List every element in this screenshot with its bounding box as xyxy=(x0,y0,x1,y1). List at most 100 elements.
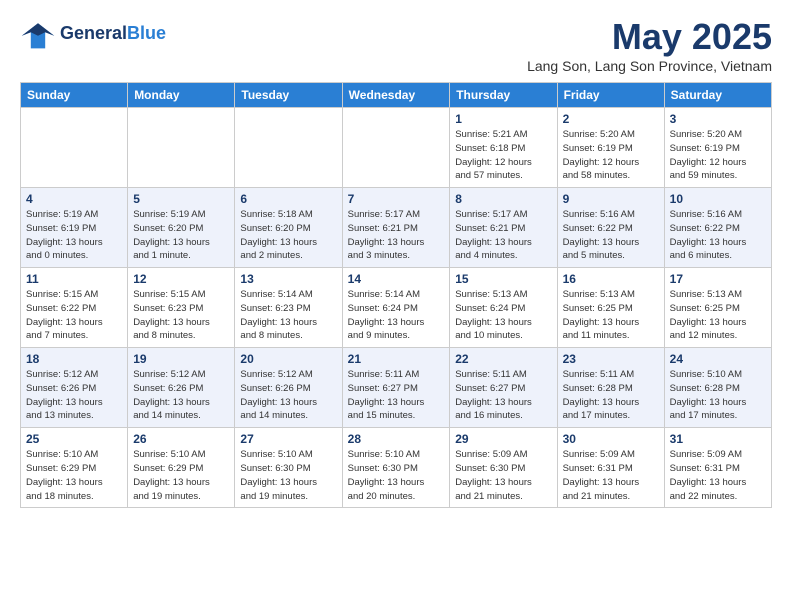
day-info: Sunrise: 5:11 AMSunset: 6:27 PMDaylight:… xyxy=(348,368,445,423)
day-number: 23 xyxy=(563,352,659,366)
calendar-empty-cell xyxy=(235,108,342,188)
weekday-header-saturday: Saturday xyxy=(664,83,771,108)
calendar-day-21: 21 Sunrise: 5:11 AMSunset: 6:27 PMDayligh… xyxy=(342,348,450,428)
day-info: Sunrise: 5:17 AMSunset: 6:21 PMDaylight:… xyxy=(348,208,445,263)
day-number: 8 xyxy=(455,192,551,206)
calendar-day-24: 24 Sunrise: 5:10 AMSunset: 6:28 PMDayligh… xyxy=(664,348,771,428)
calendar-day-9: 9Sunrise: 5:16 AMSunset: 6:22 PMDaylight… xyxy=(557,188,664,268)
calendar-week-4: 18 Sunrise: 5:12 AMSunset: 6:26 PMDayligh… xyxy=(21,348,772,428)
calendar-day-14: 14 Sunrise: 5:14 AMSunset: 6:24 PMDayligh… xyxy=(342,268,450,348)
day-number: 3 xyxy=(670,112,766,126)
calendar-day-5: 5 Sunrise: 5:19 AMSunset: 6:20 PMDaylight… xyxy=(128,188,235,268)
day-number: 19 xyxy=(133,352,229,366)
title-block: May 2025 Lang Son, Lang Son Province, Vi… xyxy=(527,16,772,74)
day-number: 28 xyxy=(348,432,445,446)
day-number: 26 xyxy=(133,432,229,446)
calendar-day-18: 18Sunrise: 5:12 AMSunset: 6:26 PMDayligh… xyxy=(21,348,128,428)
day-number: 12 xyxy=(133,272,229,286)
logo-text: GeneralBlue xyxy=(60,24,166,44)
calendar-table: SundayMondayTuesdayWednesdayThursdayFrid… xyxy=(20,82,772,508)
calendar-day-27: 27Sunrise: 5:10 AMSunset: 6:30 PMDayligh… xyxy=(235,428,342,508)
day-info: Sunrise: 5:13 AMSunset: 6:25 PMDaylight:… xyxy=(563,288,659,343)
day-number: 16 xyxy=(563,272,659,286)
day-number: 9 xyxy=(563,192,659,206)
day-info: Sunrise: 5:13 AMSunset: 6:24 PMDaylight:… xyxy=(455,288,551,343)
calendar-week-2: 4 Sunrise: 5:19 AMSunset: 6:19 PMDaylight… xyxy=(21,188,772,268)
day-number: 13 xyxy=(240,272,336,286)
calendar-day-19: 19 Sunrise: 5:12 AMSunset: 6:26 PMDayligh… xyxy=(128,348,235,428)
calendar-day-13: 13Sunrise: 5:14 AMSunset: 6:23 PMDayligh… xyxy=(235,268,342,348)
calendar-day-28: 28 Sunrise: 5:10 AMSunset: 6:30 PMDayligh… xyxy=(342,428,450,508)
calendar-week-5: 25 Sunrise: 5:10 AMSunset: 6:29 PMDayligh… xyxy=(21,428,772,508)
day-info: Sunrise: 5:09 AMSunset: 6:31 PMDaylight:… xyxy=(563,448,659,503)
page-header: GeneralBlue May 2025 Lang Son, Lang Son … xyxy=(20,16,772,74)
day-info: Sunrise: 5:12 AMSunset: 6:26 PMDaylight:… xyxy=(240,368,336,423)
day-info: Sunrise: 5:20 AMSunset: 6:19 PMDaylight:… xyxy=(563,128,659,183)
day-info: Sunrise: 5:11 AMSunset: 6:27 PMDaylight:… xyxy=(455,368,551,423)
calendar-day-1: 1Sunrise: 5:21 AMSunset: 6:18 PMDaylight… xyxy=(450,108,557,188)
day-info: Sunrise: 5:10 AMSunset: 6:30 PMDaylight:… xyxy=(348,448,445,503)
calendar-header-row: SundayMondayTuesdayWednesdayThursdayFrid… xyxy=(21,83,772,108)
weekday-header-monday: Monday xyxy=(128,83,235,108)
weekday-header-thursday: Thursday xyxy=(450,83,557,108)
day-number: 21 xyxy=(348,352,445,366)
day-info: Sunrise: 5:10 AMSunset: 6:28 PMDaylight:… xyxy=(670,368,766,423)
calendar-day-11: 11Sunrise: 5:15 AMSunset: 6:22 PMDayligh… xyxy=(21,268,128,348)
calendar-day-25: 25 Sunrise: 5:10 AMSunset: 6:29 PMDayligh… xyxy=(21,428,128,508)
day-number: 18 xyxy=(26,352,122,366)
day-number: 25 xyxy=(26,432,122,446)
day-number: 2 xyxy=(563,112,659,126)
day-number: 10 xyxy=(670,192,766,206)
calendar-day-31: 31 Sunrise: 5:09 AMSunset: 6:31 PMDayligh… xyxy=(664,428,771,508)
weekday-header-wednesday: Wednesday xyxy=(342,83,450,108)
day-info: Sunrise: 5:19 AMSunset: 6:19 PMDaylight:… xyxy=(26,208,122,263)
calendar-empty-cell xyxy=(21,108,128,188)
calendar-day-20: 20 Sunrise: 5:12 AMSunset: 6:26 PMDayligh… xyxy=(235,348,342,428)
calendar-day-29: 29 Sunrise: 5:09 AMSunset: 6:30 PMDayligh… xyxy=(450,428,557,508)
day-number: 22 xyxy=(455,352,551,366)
calendar-day-6: 6Sunrise: 5:18 AMSunset: 6:20 PMDaylight… xyxy=(235,188,342,268)
calendar-day-17: 17Sunrise: 5:13 AMSunset: 6:25 PMDayligh… xyxy=(664,268,771,348)
weekday-header-sunday: Sunday xyxy=(21,83,128,108)
weekday-header-tuesday: Tuesday xyxy=(235,83,342,108)
day-number: 5 xyxy=(133,192,229,206)
calendar-day-30: 30 Sunrise: 5:09 AMSunset: 6:31 PMDayligh… xyxy=(557,428,664,508)
day-number: 27 xyxy=(240,432,336,446)
logo-icon xyxy=(20,16,56,52)
day-info: Sunrise: 5:10 AMSunset: 6:29 PMDaylight:… xyxy=(26,448,122,503)
day-info: Sunrise: 5:17 AMSunset: 6:21 PMDaylight:… xyxy=(455,208,551,263)
day-info: Sunrise: 5:15 AMSunset: 6:23 PMDaylight:… xyxy=(133,288,229,343)
day-info: Sunrise: 5:12 AMSunset: 6:26 PMDaylight:… xyxy=(133,368,229,423)
day-number: 7 xyxy=(348,192,445,206)
day-number: 20 xyxy=(240,352,336,366)
day-info: Sunrise: 5:11 AMSunset: 6:28 PMDaylight:… xyxy=(563,368,659,423)
day-number: 30 xyxy=(563,432,659,446)
day-number: 31 xyxy=(670,432,766,446)
day-number: 4 xyxy=(26,192,122,206)
month-title: May 2025 xyxy=(527,16,772,58)
day-number: 14 xyxy=(348,272,445,286)
day-number: 15 xyxy=(455,272,551,286)
calendar-day-2: 2 Sunrise: 5:20 AMSunset: 6:19 PMDaylight… xyxy=(557,108,664,188)
logo: GeneralBlue xyxy=(20,16,166,52)
calendar-day-8: 8 Sunrise: 5:17 AMSunset: 6:21 PMDaylight… xyxy=(450,188,557,268)
location-title: Lang Son, Lang Son Province, Vietnam xyxy=(527,58,772,74)
calendar-empty-cell xyxy=(128,108,235,188)
day-number: 11 xyxy=(26,272,122,286)
day-info: Sunrise: 5:21 AMSunset: 6:18 PMDaylight:… xyxy=(455,128,551,183)
day-number: 24 xyxy=(670,352,766,366)
calendar-day-22: 22 Sunrise: 5:11 AMSunset: 6:27 PMDayligh… xyxy=(450,348,557,428)
day-number: 29 xyxy=(455,432,551,446)
calendar-day-15: 15 Sunrise: 5:13 AMSunset: 6:24 PMDayligh… xyxy=(450,268,557,348)
day-info: Sunrise: 5:09 AMSunset: 6:31 PMDaylight:… xyxy=(670,448,766,503)
calendar-day-26: 26 Sunrise: 5:10 AMSunset: 6:29 PMDayligh… xyxy=(128,428,235,508)
day-info: Sunrise: 5:18 AMSunset: 6:20 PMDaylight:… xyxy=(240,208,336,263)
day-info: Sunrise: 5:10 AMSunset: 6:29 PMDaylight:… xyxy=(133,448,229,503)
day-info: Sunrise: 5:13 AMSunset: 6:25 PMDaylight:… xyxy=(670,288,766,343)
day-info: Sunrise: 5:14 AMSunset: 6:24 PMDaylight:… xyxy=(348,288,445,343)
calendar-day-4: 4 Sunrise: 5:19 AMSunset: 6:19 PMDaylight… xyxy=(21,188,128,268)
weekday-header-friday: Friday xyxy=(557,83,664,108)
day-info: Sunrise: 5:19 AMSunset: 6:20 PMDaylight:… xyxy=(133,208,229,263)
day-info: Sunrise: 5:09 AMSunset: 6:30 PMDaylight:… xyxy=(455,448,551,503)
calendar-day-12: 12 Sunrise: 5:15 AMSunset: 6:23 PMDayligh… xyxy=(128,268,235,348)
